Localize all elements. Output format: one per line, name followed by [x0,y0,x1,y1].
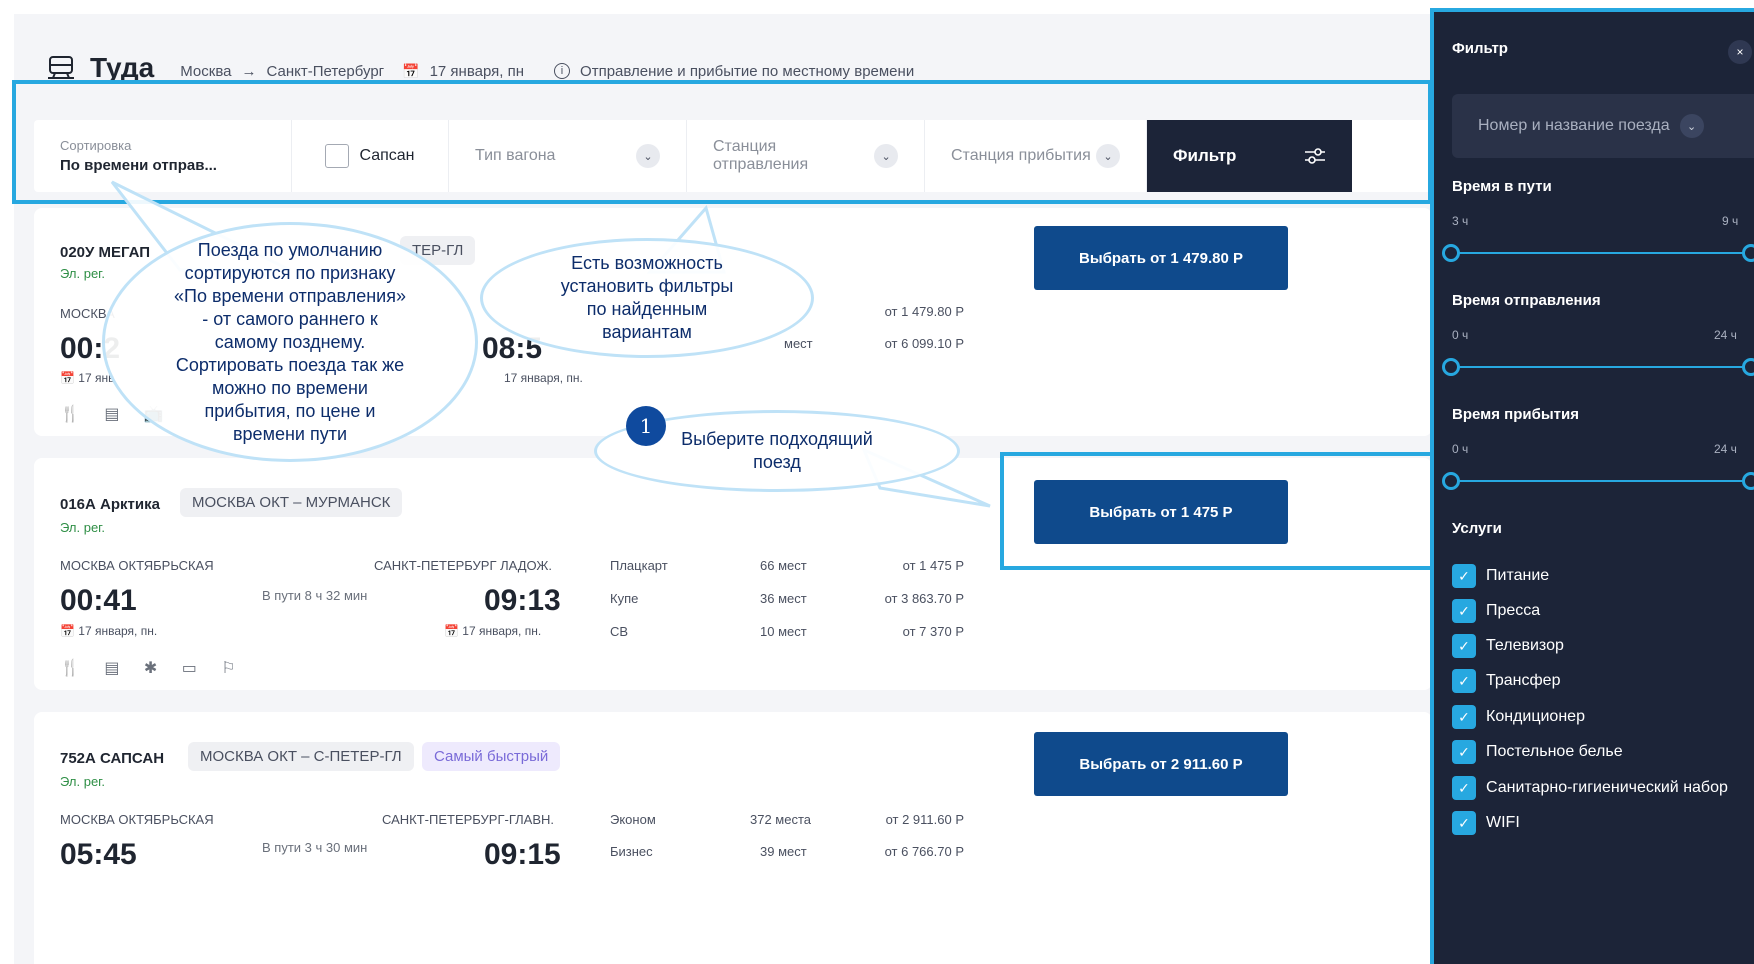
arrival-date: 📅 17 января, пн. [444,624,542,638]
train-name: 752А САПСАН [60,750,165,767]
filters-callout: Есть возможность установить фильтры по н… [480,238,814,358]
class-price: от 2 911.60 Р [885,812,964,827]
class-price: от 6 766.70 Р [884,844,964,859]
class-seats: 39 мест [760,844,807,859]
train-route: МОСКВА ОКТ – МУРМАНСК [180,488,403,517]
arrow-icon: → [241,62,257,80]
class-seats: мест [784,336,813,351]
amenities-icons: 🍴 ▤ ✱ ▭ ⚐ [60,660,246,677]
train-route: МОСКВА ОКТ – С-ПЕТЕР-ГЛ [188,742,414,771]
travel-duration: В пути 8 ч 32 мин [262,588,368,603]
class-name: Плацкарт [610,558,668,573]
to-city: Санкт-Петербург [266,62,385,80]
class-seats: 36 мест [760,591,807,606]
train-subtitle: Эл. рег. [60,266,105,281]
calendar-icon: 📅 [402,62,420,79]
class-name: Купе [610,591,639,606]
train-subtitle: Эл. рег. [60,520,105,535]
arrival-time: 09:15 [484,838,561,871]
from-city: Москва [180,62,232,80]
fastest-badge: Самый быстрый [422,742,561,771]
info-icon: i [554,63,571,79]
train-icon [48,56,74,79]
class-price: от 1 475 Р [902,558,964,573]
main-area: Туда Москва → Санкт-Петербург 📅 17 январ… [0,0,1434,964]
departure-date: 📅 17 янв [60,371,115,385]
train-subtitle: Эл. рег. [60,774,105,789]
class-name: Эконом [610,812,656,827]
select-train-button[interactable]: Выбрать от 1 479.80 Р [1034,226,1288,290]
class-name: СВ [610,624,629,639]
filter-panel-highlight [1430,8,1754,964]
arrival-station: САНКТ-ПЕТЕРБУРГ ЛАДОЖ. [374,558,552,573]
class-price: от 1 479.80 Р [884,304,964,319]
departure-station: МОСКВА ОКТЯБРЬСКАЯ [60,812,214,827]
departure-station: МОСКВА ОКТЯБРЬСКАЯ [60,558,214,573]
class-price: от 3 863.70 Р [884,591,964,606]
sort-callout: Поезда по умолчанию сортируются по призн… [102,222,478,462]
arrival-time: 09:13 [484,584,561,617]
time-note: Отправление и прибытие по местному време… [580,62,915,80]
class-price: от 7 370 Р [902,624,964,639]
arrival-station: САНКТ-ПЕТЕРБУРГ-ГЛАВН. [382,812,555,827]
trip-meta: Москва → Санкт-Петербург 📅 17 января, пн… [180,63,914,80]
train-name: 016А Арктика [60,496,160,513]
trip-date: 17 января, пн [429,62,525,80]
departure-time: 00:41 [60,584,137,617]
class-seats: 66 мест [760,558,807,573]
travel-duration: В пути 3 ч 30 мин [262,840,368,855]
train-card: 752А САПСАН МОСКВА ОКТ – С-ПЕТЕР-ГЛ Самы… [34,712,1432,964]
class-seats: 10 мест [760,624,807,639]
step-number-badge: 1 [626,406,666,446]
select-train-button[interactable]: Выбрать от 2 911.60 Р [1034,732,1288,796]
departure-date: 📅 17 января, пн. [60,624,158,638]
select-button-highlight [1000,452,1434,570]
class-seats: 372 места [750,812,812,827]
class-price: от 6 099.10 Р [884,336,964,351]
class-name: Бизнес [610,844,653,859]
departure-time: 05:45 [60,838,137,871]
arrival-date: 17 января, пн. [504,371,583,385]
